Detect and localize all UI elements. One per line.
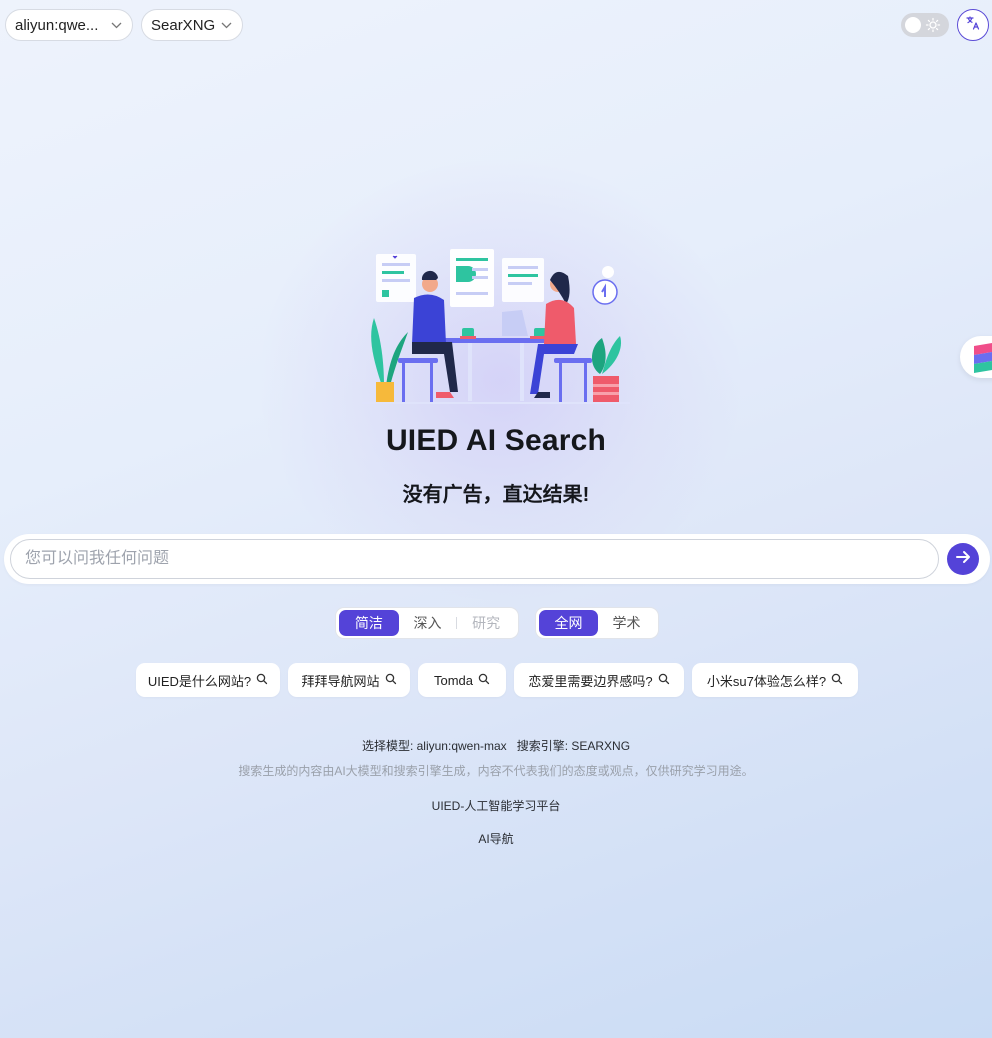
suggestion-label: 恋爱里需要边界感吗? (528, 673, 653, 689)
model-info-value: aliyun:qwen-max (416, 739, 507, 753)
language-button[interactable] (957, 9, 989, 41)
suggestion-chip[interactable]: 恋爱里需要边界感吗? (514, 663, 684, 697)
mode-option-concise[interactable]: 简洁 (339, 610, 399, 636)
search-input[interactable] (10, 539, 939, 579)
scope-option-academic[interactable]: 学术 (598, 610, 655, 636)
footer-link-platform[interactable]: UIED-人工智能学习平台 (0, 797, 992, 814)
search-icon (831, 673, 843, 688)
app-logo-icon (960, 343, 992, 382)
engine-info-value: SEARXNG (571, 739, 631, 753)
mode-selector: 简洁 深入 研究 (335, 607, 519, 639)
suggestion-chip[interactable]: Tomda (418, 663, 506, 697)
side-app-tab[interactable] (960, 336, 992, 378)
translate-icon (965, 15, 981, 36)
search-icon (478, 673, 490, 688)
scope-option-web[interactable]: 全网 (539, 610, 598, 636)
toggle-knob (905, 17, 921, 33)
mode-option-deep[interactable]: 深入 (399, 610, 457, 636)
suggestion-label: UIED是什么网站? (147, 673, 252, 689)
search-bar (4, 534, 990, 584)
scope-selector: 全网 学术 (535, 607, 659, 639)
engine-select-value: SearXNG (151, 16, 216, 34)
page-title: UIED AI Search (385, 424, 607, 457)
hero-illustration (362, 246, 630, 408)
model-engine-info: 选择模型: aliyun:qwen-max 搜索引擎: SEARXNG (0, 737, 992, 754)
model-select-value: aliyun:qwe... (15, 16, 99, 34)
disclaimer-text: 搜索生成的内容由AI大模型和搜索引擎生成，内容不代表我们的态度或观点，仅供研究学… (238, 764, 754, 778)
model-info-label: 选择模型: (361, 739, 414, 753)
suggestion-chip[interactable]: 小米su7体验怎么样? (692, 663, 858, 697)
engine-info-label: 搜索引擎: (516, 739, 569, 753)
footer-link-ai-nav[interactable]: AI导航 (0, 830, 992, 847)
mode-option-research[interactable]: 研究 (457, 610, 515, 636)
suggestion-chip[interactable]: 拜拜导航网站 (288, 663, 410, 697)
theme-toggle[interactable] (901, 13, 949, 37)
sun-icon (925, 17, 941, 33)
page-subtitle: 没有广告，直达结果! (402, 484, 590, 506)
suggestion-label: Tomda (433, 672, 474, 688)
chevron-down-icon (110, 19, 122, 31)
arrow-right-icon (954, 548, 972, 571)
search-icon (256, 673, 268, 688)
suggestion-chip[interactable]: UIED是什么网站? (136, 663, 280, 697)
chevron-down-icon (220, 19, 232, 31)
suggestion-label: 拜拜导航网站 (301, 673, 380, 689)
model-select[interactable]: aliyun:qwe... (5, 9, 133, 41)
suggestion-label: 小米su7体验怎么样? (706, 673, 827, 689)
send-button[interactable] (947, 543, 979, 575)
search-icon (385, 673, 397, 688)
search-icon (658, 673, 670, 688)
engine-select[interactable]: SearXNG (141, 9, 243, 41)
